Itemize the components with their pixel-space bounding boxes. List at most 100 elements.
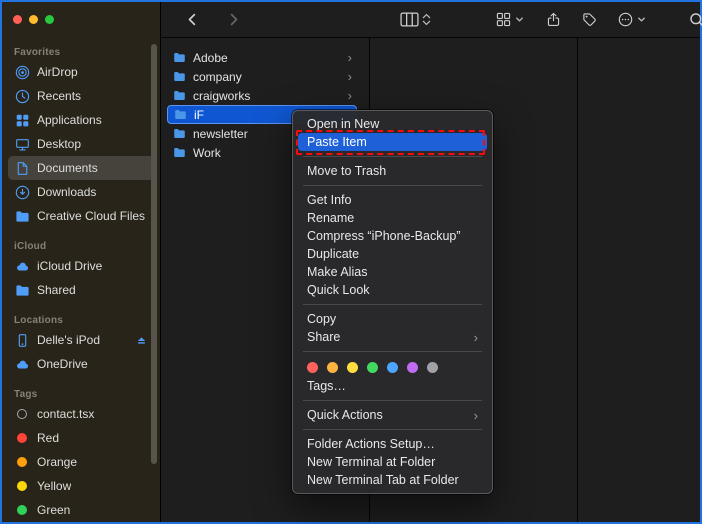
menu-item-get-info[interactable]: Get Info <box>298 191 487 209</box>
menu-item-label: Make Alias <box>307 265 367 279</box>
menu-item-make-alias[interactable]: Make Alias <box>298 263 487 281</box>
airdrop-icon <box>14 64 30 80</box>
sidebar-section-title: iCloud <box>2 238 160 254</box>
sidebar-item-downloads[interactable]: Downloads <box>8 180 154 204</box>
group-button[interactable] <box>492 7 529 33</box>
menu-item-share[interactable]: Share› <box>298 328 487 346</box>
menu-item-copy[interactable]: Copy <box>298 310 487 328</box>
close-button[interactable] <box>13 15 22 24</box>
chevron-left-icon <box>185 12 200 27</box>
sidebar-item-label: Shared <box>37 283 76 297</box>
sidebar-item-contact-tsx[interactable]: contact.tsx <box>8 402 154 426</box>
sidebar-item-documents[interactable]: Documents <box>8 156 154 180</box>
minimize-button[interactable] <box>29 15 38 24</box>
folder-icon <box>14 282 30 298</box>
menu-item-folder-actions-setup[interactable]: Folder Actions Setup… <box>298 435 487 453</box>
zoom-button[interactable] <box>45 15 54 24</box>
menu-item-new-terminal-at-folder[interactable]: New Terminal at Folder <box>298 453 487 471</box>
sidebar-item-red[interactable]: Red <box>8 426 154 450</box>
sidebar-item-icloud-drive[interactable]: iCloud Drive <box>8 254 154 278</box>
sidebar-item-yellow[interactable]: Yellow <box>8 474 154 498</box>
menu-item-new-terminal-tab-at-folder[interactable]: New Terminal Tab at Folder <box>298 471 487 489</box>
sidebar-item-label: AirDrop <box>37 65 78 79</box>
sidebar-item-shared[interactable]: Shared <box>8 278 154 302</box>
sidebar-item-airdrop[interactable]: AirDrop <box>8 60 154 84</box>
cloud-icon <box>14 258 30 274</box>
sidebar-item-label: Creative Cloud Files <box>37 209 145 223</box>
tag-dot-icon <box>17 481 27 491</box>
menu-item-rename[interactable]: Rename <box>298 209 487 227</box>
file-row-craigworks[interactable]: craigworks› <box>167 86 357 105</box>
menu-item-quick-actions[interactable]: Quick Actions› <box>298 406 487 424</box>
tag-dot-icon <box>17 505 27 515</box>
back-button[interactable] <box>181 7 204 33</box>
folder-icon <box>173 108 188 121</box>
chevron-right-icon <box>226 12 241 27</box>
sidebar-item-creative-cloud-files[interactable]: Creative Cloud Files <box>8 204 154 228</box>
search-button[interactable] <box>685 7 702 33</box>
file-name: Work <box>193 146 221 160</box>
menu-item-move-to-trash[interactable]: Move to Trash <box>298 162 487 180</box>
sidebar-section-title: Favorites <box>2 44 160 60</box>
menu-separator <box>303 351 482 352</box>
tag-color-dot[interactable] <box>427 362 438 373</box>
sidebar-item-label: OneDrive <box>37 357 88 371</box>
folder-icon <box>172 127 187 140</box>
tag-dot-icon <box>17 457 27 467</box>
menu-separator <box>303 185 482 186</box>
menu-item-tags[interactable]: Tags… <box>298 377 487 395</box>
chevron-down-icon <box>636 14 647 25</box>
sidebar-item-label: Documents <box>37 161 98 175</box>
tag-color-dot[interactable] <box>367 362 378 373</box>
sidebar-item-label: Orange <box>37 455 77 469</box>
menu-item-paste-item[interactable]: Paste Item <box>298 133 487 151</box>
share-button[interactable] <box>542 7 565 33</box>
sidebar-item-label: Yellow <box>37 479 71 493</box>
tag-color-dot[interactable] <box>307 362 318 373</box>
sidebar-item-green[interactable]: Green <box>8 498 154 522</box>
sidebar-item-label: Downloads <box>37 185 96 199</box>
menu-item-open-in-new[interactable]: Open in New <box>298 115 487 133</box>
tag-icon <box>582 12 597 27</box>
tag-ring-icon <box>17 409 27 419</box>
menu-separator <box>303 400 482 401</box>
sidebar-section-title: Locations <box>2 312 160 328</box>
file-name: Adobe <box>193 51 228 65</box>
tag-color-dot[interactable] <box>407 362 418 373</box>
sidebar-item-delle-s-ipod[interactable]: Delle's iPod <box>8 328 154 352</box>
sidebar-scrollbar[interactable] <box>151 44 157 464</box>
sidebar-item-onedrive[interactable]: OneDrive <box>8 352 154 376</box>
folder-icon <box>172 89 187 102</box>
sidebar-item-label: Recents <box>37 89 81 103</box>
menu-item-label: New Terminal at Folder <box>307 455 435 469</box>
finder-window: Favorites AirDrop Recents Applications Deskt… <box>2 2 700 522</box>
tags-button[interactable] <box>578 7 601 33</box>
menu-item-label: Rename <box>307 211 354 225</box>
desktop-icon <box>14 136 30 152</box>
tag-dot-icon <box>17 433 27 443</box>
menu-separator <box>303 156 482 157</box>
tag-color-dot[interactable] <box>387 362 398 373</box>
sidebar-item-label: Red <box>37 431 59 445</box>
submenu-chevron-icon: › <box>474 331 478 344</box>
menu-item-duplicate[interactable]: Duplicate <box>298 245 487 263</box>
sidebar-item-label: Desktop <box>37 137 81 151</box>
file-row-adobe[interactable]: Adobe› <box>167 48 357 67</box>
sidebar-item-recents[interactable]: Recents <box>8 84 154 108</box>
sidebar-item-desktop[interactable]: Desktop <box>8 132 154 156</box>
chevron-down-icon <box>514 14 525 25</box>
sidebar-item-orange[interactable]: Orange <box>8 450 154 474</box>
more-button[interactable] <box>614 7 651 33</box>
tag-color-dot[interactable] <box>347 362 358 373</box>
file-row-company[interactable]: company› <box>167 67 357 86</box>
view-columns-button[interactable] <box>396 7 435 33</box>
sort-chevrons-icon <box>422 12 431 27</box>
file-name: iF <box>194 108 204 122</box>
menu-item-label: Tags… <box>307 379 346 393</box>
menu-item-label: Quick Actions <box>307 408 383 422</box>
tag-color-dot[interactable] <box>327 362 338 373</box>
forward-button[interactable] <box>222 7 245 33</box>
sidebar-item-applications[interactable]: Applications <box>8 108 154 132</box>
menu-item-compress-iphone-backup[interactable]: Compress “iPhone-Backup” <box>298 227 487 245</box>
menu-item-quick-look[interactable]: Quick Look <box>298 281 487 299</box>
